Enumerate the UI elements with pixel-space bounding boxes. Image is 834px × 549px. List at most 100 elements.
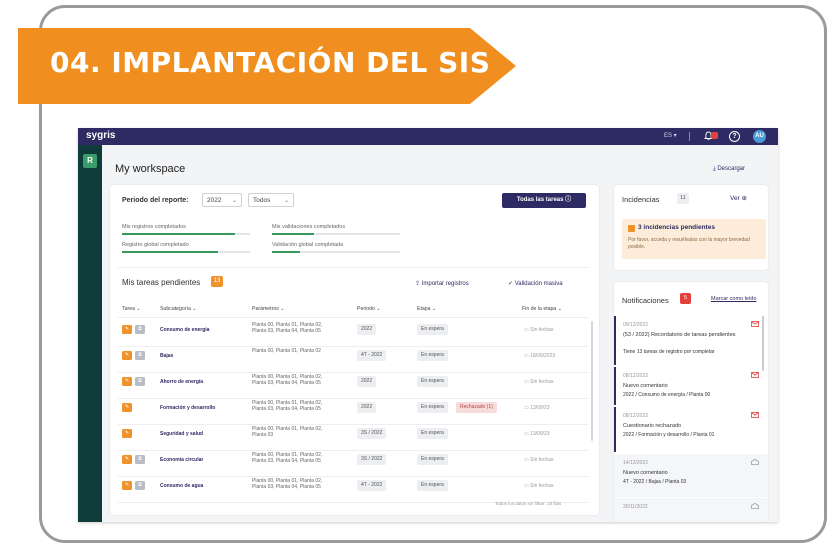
view-incidents-link[interactable]: Ver ⊕ — [730, 194, 747, 202]
stage-chip: En espera — [417, 402, 448, 413]
subcategory-link[interactable]: Formación y desarrollo — [160, 405, 215, 411]
left-sidebar: R — [78, 145, 102, 522]
progress-fill — [122, 251, 218, 253]
stage-chip: En espera — [417, 324, 448, 335]
year-select-value: 2022 — [207, 197, 222, 204]
task-edit-icon[interactable]: ✎ — [122, 351, 132, 360]
mark-as-read-link[interactable]: Marcar como leído — [711, 296, 757, 302]
task-view-icon[interactable]: ⧉ — [135, 481, 145, 490]
period-label: Periodo del reporte: — [122, 197, 189, 204]
stage-end-value: 13/09/23 — [530, 405, 550, 411]
notification-date: 09/12/2022 — [623, 322, 649, 328]
notification-subtitle: 4T - 2022 / Bajas / Planta 03 — [623, 479, 687, 485]
tasks-card: Periodo del reporte: 2022 ⌄ Todos ⌄ Toda… — [110, 185, 599, 515]
notification-item[interactable]: 30/11/2022 — [614, 498, 768, 522]
subcategory-link[interactable]: Bajas — [160, 353, 173, 359]
column-header-period[interactable]: Periodo ⌄ — [357, 306, 381, 312]
task-edit-icon[interactable]: ✎ — [122, 403, 132, 412]
subcategory-link[interactable]: Seguridad y salud — [160, 431, 203, 437]
download-button[interactable]: ⤓ Descargar — [713, 166, 745, 173]
unread-marker — [614, 367, 616, 405]
period-chip: 2022 — [357, 402, 377, 413]
mail-open-icon[interactable] — [751, 503, 759, 509]
task-edit-icon[interactable]: ✎ — [122, 455, 132, 464]
table-row[interactable]: ✎ ⧉ Ahorro de energía Planta 00, Planta 01,… — [110, 373, 590, 399]
progress-fill — [272, 251, 301, 253]
parameters-line: Planta 00, Planta 01, Planta 02 — [252, 348, 321, 354]
table-row[interactable]: ✎ ⧉ Consumo de agua Planta 00, Planta 01, P… — [110, 477, 590, 503]
task-edit-icon[interactable]: ✎ — [122, 377, 132, 386]
table-footer: Todos los datos sin filtrar: 18 filas — [495, 501, 562, 506]
column-header-label: Etapa — [417, 306, 431, 312]
mail-icon[interactable] — [751, 412, 759, 418]
stage-chip: En espera — [417, 454, 448, 465]
subcategory-link[interactable]: Economía circular — [160, 457, 203, 463]
notification-item[interactable]: 08/12/2022 Nuevo comentario 2022 / Consumo… — [614, 367, 768, 406]
progress-label: Registro global completado — [122, 242, 189, 248]
column-header-subcategory[interactable]: Subcategoría ⌄ — [160, 306, 197, 312]
parameters-cell: Planta 00, Planta 01, Planta 02, Planta 0… — [252, 374, 322, 386]
column-header-parameters[interactable]: Parámetros ⌄ — [252, 306, 285, 312]
task-edit-icon[interactable]: ✎ — [122, 325, 132, 334]
incidents-count-badge: 11 — [677, 193, 689, 204]
notification-title: Nuevo comentario — [623, 383, 668, 389]
column-header-label: Fin de la etapa — [522, 306, 557, 312]
period-chip: 2022 — [357, 376, 377, 387]
task-view-icon[interactable]: ⧉ — [135, 455, 145, 464]
stage-end-cell: ▭ Sin fechas — [524, 327, 553, 333]
help-icon[interactable]: ? — [729, 131, 740, 142]
task-view-icon[interactable]: ⧉ — [135, 325, 145, 334]
sidebar-r-button[interactable]: R — [83, 154, 97, 168]
subcategory-link[interactable]: Consumo de energía — [160, 327, 209, 333]
table-row[interactable]: ✎ ⧉ Economía circular Planta 00, Planta 01,… — [110, 451, 590, 477]
notification-item[interactable]: 14/12/2022 Nuevo comentario 4T - 2022 / Ba… — [614, 454, 768, 497]
chevron-down-icon: ⌄ — [283, 198, 289, 204]
parameters-line: Planta 03, Planta 04, Planta 05 — [252, 380, 321, 386]
column-header-stage[interactable]: Etapa ⌄ — [417, 306, 436, 312]
mail-icon[interactable] — [751, 321, 759, 327]
bulk-validation-link[interactable]: ✓ Validación masiva — [508, 280, 563, 287]
column-header-label: Parámetros — [252, 306, 279, 312]
progress-label: Validación global completada — [272, 242, 344, 248]
notification-item[interactable]: 08/12/2022 Cuestionario rechazado 2022 / F… — [614, 407, 768, 453]
notification-item[interactable]: 09/12/2022 (53 / 2022) Recordatorio de ta… — [614, 316, 768, 366]
alert-text: Por favor, acceda y resuélvalas con la m… — [628, 237, 750, 250]
stage-end-value: 18/09/2023 — [530, 353, 556, 359]
import-records-link[interactable]: ⇪ Importar registros — [415, 280, 469, 287]
incidents-alert[interactable]: 3 incidencias pendientes Por favor, acce… — [622, 219, 766, 259]
notification-subtitle: 2022 / Formación y desarrollo / Planta 0… — [623, 432, 715, 438]
table-row[interactable]: ✎ Formación y desarrollo Planta 00, Planta… — [110, 399, 590, 425]
filter-select[interactable]: Todos ⌄ — [248, 193, 294, 207]
task-edit-icon[interactable]: ✎ — [122, 429, 132, 438]
parameters-cell: Planta 00, Planta 01, Planta 02, Planta 0… — [252, 322, 322, 334]
notifications-scrollbar[interactable] — [762, 316, 764, 371]
column-header-task[interactable]: Tarea ⌄ — [122, 306, 141, 312]
header-divider — [118, 317, 588, 318]
app-logo[interactable]: sygris — [86, 130, 115, 141]
pending-count-badge: 13 — [211, 276, 223, 287]
notifications-title: Notificaciones — [622, 296, 669, 305]
period-chip: 4T - 2022 — [357, 480, 387, 491]
avatar[interactable]: AU — [753, 130, 766, 143]
task-edit-icon[interactable]: ✎ — [122, 481, 132, 490]
subcategory-link[interactable]: Ahorro de energía — [160, 379, 203, 385]
column-header-stage-end[interactable]: Fin de la etapa ⌄ — [522, 306, 562, 312]
subcategory-link[interactable]: Consumo de agua — [160, 483, 203, 489]
pending-tasks-title: Mis tareas pendientes — [122, 278, 201, 287]
period-chip: 3S / 2022 — [357, 454, 387, 465]
mail-open-icon[interactable] — [751, 459, 759, 465]
warning-icon — [628, 225, 635, 232]
year-select[interactable]: 2022 ⌄ — [202, 193, 242, 207]
progress-fill — [122, 233, 235, 235]
stage-chip: En espera — [417, 350, 448, 361]
table-scrollbar[interactable] — [591, 321, 593, 441]
table-row[interactable]: ✎ ⧉ Bajas Planta 00, Planta 01, Planta 02 4T… — [110, 347, 590, 373]
task-view-icon[interactable]: ⧉ — [135, 377, 145, 386]
table-row[interactable]: ✎ ⧉ Consumo de energía Planta 00, Planta 01… — [110, 321, 590, 347]
progress-bar — [272, 233, 400, 235]
all-tasks-button[interactable]: Todas las tareas ⓘ — [502, 193, 586, 208]
table-row[interactable]: ✎ Seguridad y salud Planta 00, Planta 01, … — [110, 425, 590, 451]
language-selector[interactable]: ES ▾ — [664, 132, 677, 139]
mail-icon[interactable] — [751, 372, 759, 378]
task-view-icon[interactable]: ⧉ — [135, 351, 145, 360]
